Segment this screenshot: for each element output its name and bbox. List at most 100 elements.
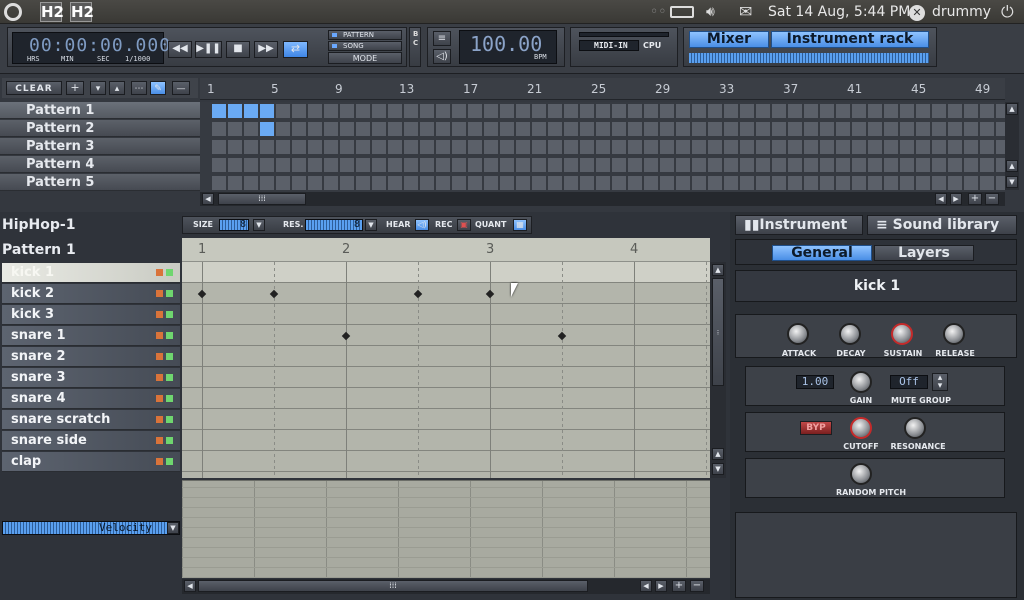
song-grid-cell[interactable] (452, 176, 466, 190)
tab-layers[interactable]: Layers (874, 245, 974, 261)
song-grid-cell[interactable] (644, 104, 658, 118)
song-grid-cell[interactable] (836, 140, 850, 154)
instrument-rack-button[interactable]: Instrument rack (771, 31, 929, 48)
drum-grid-row[interactable] (182, 367, 710, 388)
song-grid-cell[interactable] (212, 176, 226, 190)
song-grid-cell[interactable] (420, 158, 434, 172)
song-grid-cell[interactable] (324, 122, 338, 136)
song-grid-cell[interactable] (676, 158, 690, 172)
pattern-scroll-left-button[interactable]: ◀ (184, 580, 196, 592)
song-grid-cell[interactable] (660, 140, 674, 154)
song-grid-cell[interactable] (228, 104, 242, 118)
song-grid-cell[interactable] (564, 158, 578, 172)
play-pause-button[interactable]: ▶❚❚ (195, 41, 222, 58)
pattern-scroll-right-button[interactable]: ▶ (655, 580, 667, 592)
velocity-dropdown-button[interactable]: ▼ (167, 522, 179, 534)
song-grid-cell[interactable] (548, 122, 562, 136)
song-grid-cell[interactable] (804, 104, 818, 118)
song-grid-cell[interactable] (468, 176, 482, 190)
song-grid-cell[interactable] (212, 122, 226, 136)
mode-toggle-button[interactable]: MODE (328, 52, 402, 64)
song-grid-cell[interactable] (948, 158, 962, 172)
instrument-list-item[interactable]: clap (2, 452, 180, 472)
attack-knob[interactable] (787, 323, 809, 345)
song-grid-cell[interactable] (708, 176, 722, 190)
song-grid-cell[interactable] (532, 140, 546, 154)
song-grid-cell[interactable] (980, 140, 994, 154)
song-grid-cell[interactable] (564, 122, 578, 136)
song-grid-cell[interactable] (740, 140, 754, 154)
song-grid-cell[interactable] (820, 140, 834, 154)
song-grid-cell[interactable] (660, 176, 674, 190)
song-grid-cell[interactable] (564, 140, 578, 154)
solo-toggle[interactable] (166, 353, 173, 360)
song-grid-cell[interactable] (964, 104, 978, 118)
song-grid-cell[interactable] (884, 122, 898, 136)
loop-button[interactable]: ⇄ (283, 41, 308, 58)
song-grid-cell[interactable] (836, 176, 850, 190)
song-grid-cell[interactable] (708, 140, 722, 154)
song-grid-cell[interactable] (612, 104, 626, 118)
song-grid-cell[interactable] (228, 176, 242, 190)
move-down-button[interactable]: ▾ (90, 81, 106, 95)
solo-toggle[interactable] (166, 458, 173, 465)
song-grid-cell[interactable] (340, 122, 354, 136)
song-grid-cell[interactable] (692, 158, 706, 172)
power-icon[interactable]: ⏻ (1001, 2, 1014, 22)
song-grid-cell[interactable] (836, 158, 850, 172)
song-grid-cell[interactable] (756, 122, 770, 136)
mail-count-icon[interactable]: ◦◦ (650, 4, 667, 20)
song-grid-cell[interactable] (388, 104, 402, 118)
mode-pattern-button[interactable]: PATTERN (328, 30, 402, 40)
song-grid-cell[interactable] (500, 104, 514, 118)
stop-button[interactable]: ■ (226, 41, 250, 58)
song-grid-cell[interactable] (260, 122, 274, 136)
record-button[interactable]: ▣ (457, 219, 471, 231)
instrument-list-item[interactable]: kick 2 (2, 284, 180, 304)
mute-toggle[interactable] (156, 416, 163, 423)
song-grid-cell[interactable] (932, 140, 946, 154)
solo-toggle[interactable] (166, 290, 173, 297)
song-grid-cell[interactable] (388, 158, 402, 172)
clear-button[interactable]: CLEAR (6, 81, 62, 95)
song-grid-cell[interactable] (724, 122, 738, 136)
solo-toggle[interactable] (166, 395, 173, 402)
song-grid-cell[interactable] (948, 140, 962, 154)
user-name[interactable]: drummy (932, 4, 991, 20)
pattern-zoom-in-button[interactable]: + (672, 580, 686, 592)
solo-toggle[interactable] (166, 374, 173, 381)
velocity-editor[interactable] (182, 480, 710, 578)
song-grid-cell[interactable] (772, 104, 786, 118)
release-knob[interactable] (943, 323, 965, 345)
mixer-button[interactable]: Mixer (689, 31, 769, 48)
song-grid-cell[interactable] (436, 104, 450, 118)
song-scroll-up-2-button[interactable]: ▲ (1006, 160, 1018, 172)
song-grid-cell[interactable] (756, 158, 770, 172)
song-vscroll[interactable]: ▲ ▲ ▼ (1005, 102, 1019, 190)
pattern-hscroll[interactable]: ◀ ⁞⁞⁞ ◀ ▶ + − (182, 579, 710, 594)
song-grid-cell[interactable] (916, 122, 930, 136)
song-grid-cell[interactable] (740, 122, 754, 136)
instrument-list-item[interactable]: snare 4 (2, 389, 180, 409)
song-grid-cell[interactable] (340, 158, 354, 172)
bpm-display[interactable]: 100.00 BPM (459, 30, 557, 64)
song-grid-cell[interactable] (228, 140, 242, 154)
song-grid-cell[interactable] (628, 158, 642, 172)
song-grid-cell[interactable] (772, 122, 786, 136)
res-display[interactable]: 8 (305, 219, 363, 231)
user-status-icon[interactable]: ✕ (909, 5, 925, 21)
song-grid-cell[interactable] (452, 122, 466, 136)
velocity-selector[interactable]: Velocity ▼ (2, 521, 180, 535)
song-grid-cell[interactable] (836, 104, 850, 118)
song-grid-cell[interactable] (420, 104, 434, 118)
song-grid-cell[interactable] (548, 140, 562, 154)
bypass-filter-button[interactable]: BYP (800, 421, 832, 435)
instrument-list-item[interactable]: kick 3 (2, 305, 180, 325)
song-grid-cell[interactable] (660, 158, 674, 172)
song-grid-cell[interactable] (788, 104, 802, 118)
pattern-list-item[interactable]: Pattern 4 (0, 156, 200, 173)
song-grid-cell[interactable] (852, 104, 866, 118)
song-grid-cell[interactable] (788, 140, 802, 154)
song-grid-cell[interactable] (244, 158, 258, 172)
song-grid-cell[interactable] (676, 122, 690, 136)
